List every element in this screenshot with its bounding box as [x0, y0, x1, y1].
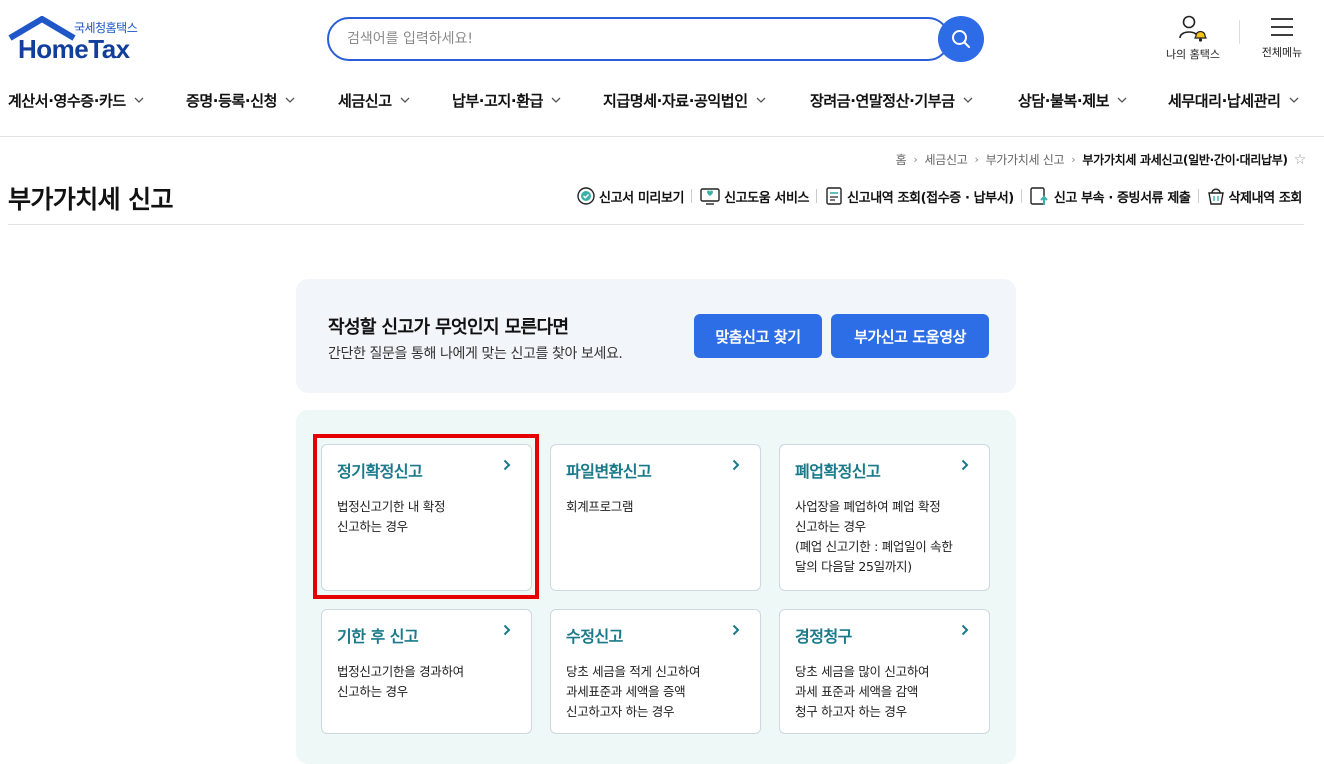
card-description: 법정신고기한을 경과하여 신고하는 경우	[337, 664, 464, 699]
hamburger-menu-icon	[1271, 18, 1293, 36]
chevron-right-icon	[732, 459, 740, 471]
gnb-item-payment-statement[interactable]: 지급명세·자료·공익법인	[603, 84, 766, 116]
quick-link-label: 신고도움 서비스	[724, 190, 810, 206]
card-description: 당초 세금을 많이 신고하여 과세 표준과 세액을 감액 청구 하고자 하는 경…	[795, 664, 930, 719]
gnb-item-tax-agent[interactable]: 세무대리·납세관리	[1168, 84, 1299, 116]
quick-link-submit-documents[interactable]: 신고 부속 · 증빙서류 제출	[1029, 186, 1191, 206]
util-divider	[1239, 20, 1240, 44]
card-title: 파일변환신고	[566, 462, 652, 481]
title-divider	[8, 224, 1304, 225]
chevron-right-icon	[503, 624, 511, 636]
search-box	[327, 17, 950, 61]
chevron-down-icon	[756, 97, 766, 103]
breadcrumb-current: 부가가치세 과세신고(일반·간이·대리납부)	[1082, 153, 1288, 167]
card-file-conversion-filing[interactable]: 파일변환신고 회계프로그램	[550, 444, 761, 591]
gnb-item-incentive-yearend[interactable]: 장려금·연말정산·기부금	[810, 84, 973, 116]
quick-link-filing-history[interactable]: 신고내역 조회(접수증 · 납부서)	[824, 186, 1014, 206]
gnb-divider	[0, 136, 1324, 137]
breadcrumb-level1[interactable]: 세금신고	[924, 151, 967, 168]
quick-link-label: 삭제내역 조회	[1228, 190, 1303, 206]
page-title: 부가가치세 신고	[8, 185, 174, 214]
search-icon	[952, 30, 970, 48]
card-title: 정기확정신고	[337, 462, 423, 481]
card-description: 회계프로그램	[566, 499, 634, 514]
chevron-down-icon	[134, 97, 144, 103]
card-description: 법정신고기한 내 확정 신고하는 경우	[337, 499, 446, 534]
quick-links: 신고서 미리보기 신고도움 서비스 신고내역 조회(접수증 · 납부서) 신고 …	[576, 186, 1302, 206]
card-title: 경정청구	[795, 627, 852, 646]
breadcrumb-separator-icon: ›	[913, 153, 918, 166]
favorite-star-icon[interactable]: ☆	[1294, 152, 1307, 168]
gnb-item-certificate-registration[interactable]: 증명·등록·신청	[186, 84, 295, 116]
gnb-item-label: 장려금·연말정산·기부금	[810, 91, 955, 110]
quick-link-divider	[1197, 189, 1199, 203]
chevron-down-icon	[551, 97, 561, 103]
quick-link-label: 신고서 미리보기	[599, 190, 685, 206]
quick-link-divider	[691, 189, 693, 203]
help-banner: 작성할 신고가 무엇인지 모른다면 간단한 질문을 통해 나에게 맞는 신고를 …	[296, 279, 1016, 393]
hometax-logo[interactable]: 국세청홈택스 HomeTax	[8, 16, 148, 64]
chevron-down-icon	[1289, 97, 1298, 103]
document-list-icon	[824, 186, 844, 206]
card-title: 수정신고	[566, 627, 623, 646]
search-button[interactable]	[938, 16, 984, 62]
chevron-down-icon	[1117, 97, 1127, 103]
quick-link-deleted-history[interactable]: 삭제내역 조회	[1206, 186, 1303, 206]
search-input[interactable]	[329, 19, 948, 59]
quick-link-divider	[1020, 189, 1022, 203]
banner-heading: 작성할 신고가 무엇인지 모른다면	[328, 317, 569, 338]
vat-help-video-button[interactable]: 부가신고 도움영상	[831, 314, 989, 358]
gnb-item-label: 계산서·영수증·카드	[8, 91, 126, 110]
banner-description: 간단한 질문을 통해 나에게 맞는 신고를 찾아 보세요.	[328, 346, 623, 362]
breadcrumb: 홈 › 세금신고 › 부가가치세 신고 › 부가가치세 과세신고(일반·간이·대…	[896, 151, 1307, 168]
breadcrumb-level2[interactable]: 부가가치세 신고	[986, 151, 1065, 168]
user-bell-icon	[1179, 15, 1207, 42]
help-monitor-icon	[699, 186, 721, 206]
preview-check-icon	[576, 186, 596, 206]
upload-document-icon	[1029, 186, 1051, 206]
card-regular-final-filing[interactable]: 정기확정신고 법정신고기한 내 확정 신고하는 경우	[321, 444, 532, 591]
gnb-item-label: 납부·고지·환급	[452, 91, 543, 110]
card-description: 당초 세금을 적게 신고하여 과세표준과 세액을 증액 신고하고자 하는 경우	[566, 664, 701, 719]
card-refund-claim[interactable]: 경정청구 당초 세금을 많이 신고하여 과세 표준과 세액을 감액 청구 하고자…	[779, 609, 990, 734]
quick-link-help-service[interactable]: 신고도움 서비스	[699, 186, 810, 206]
card-title: 폐업확정신고	[795, 462, 881, 481]
breadcrumb-separator-icon: ›	[1071, 153, 1076, 166]
gnb-item-payment-refund[interactable]: 납부·고지·환급	[452, 84, 561, 116]
chevron-down-icon	[963, 97, 973, 103]
quick-link-preview[interactable]: 신고서 미리보기	[576, 186, 684, 206]
gnb-item-label: 세무대리·납세관리	[1168, 91, 1281, 110]
card-late-filing[interactable]: 기한 후 신고 법정신고기한을 경과하여 신고하는 경우	[321, 609, 532, 734]
custom-filing-finder-button[interactable]: 맞춤신고 찾기	[694, 314, 822, 358]
chevron-right-icon	[961, 459, 969, 471]
chevron-right-icon	[503, 459, 511, 471]
chevron-down-icon	[400, 97, 410, 103]
breadcrumb-separator-icon: ›	[974, 153, 979, 166]
all-menu-button[interactable]: 전체메뉴	[1252, 14, 1312, 60]
breadcrumb-home[interactable]: 홈	[896, 151, 907, 168]
main-navigation: 계산서·영수증·카드 증명·등록·신청 세금신고 납부·고지·환급 지급명세·자…	[0, 84, 1324, 116]
gnb-item-label: 지급명세·자료·공익법인	[603, 91, 748, 110]
gnb-item-consult-appeal[interactable]: 상담·불복·제보	[1018, 84, 1127, 116]
quick-link-label: 신고 부속 · 증빙서류 제출	[1053, 190, 1191, 206]
my-hometax-label: 나의 홈택스	[1165, 48, 1221, 61]
quick-link-label: 신고내역 조회(접수증 · 납부서)	[847, 190, 1014, 206]
trash-basket-icon	[1206, 186, 1226, 206]
logo-wordmark: HomeTax	[18, 34, 130, 64]
card-title: 기한 후 신고	[337, 627, 419, 646]
gnb-item-label: 세금신고	[338, 91, 392, 110]
chevron-right-icon	[732, 624, 740, 636]
all-menu-label: 전체메뉴	[1261, 46, 1303, 59]
card-description: 사업장을 폐업하여 폐업 확정 신고하는 경우 (폐업 신고기한 : 폐업일이 …	[795, 499, 953, 574]
chevron-right-icon	[961, 624, 969, 636]
chevron-down-icon	[285, 97, 295, 103]
my-hometax-button[interactable]: 나의 홈택스	[1160, 14, 1226, 62]
card-closure-final-filing[interactable]: 폐업확정신고 사업장을 폐업하여 폐업 확정 신고하는 경우 (폐업 신고기한 …	[779, 444, 990, 591]
gnb-item-label: 상담·불복·제보	[1018, 91, 1109, 110]
card-amended-filing[interactable]: 수정신고 당초 세금을 적게 신고하여 과세표준과 세액을 증액 신고하고자 하…	[550, 609, 761, 734]
gnb-item-invoice-receipt-card[interactable]: 계산서·영수증·카드	[8, 84, 144, 116]
gnb-item-label: 증명·등록·신청	[186, 91, 277, 110]
gnb-item-tax-filing[interactable]: 세금신고	[338, 84, 410, 116]
quick-link-divider	[816, 189, 818, 203]
